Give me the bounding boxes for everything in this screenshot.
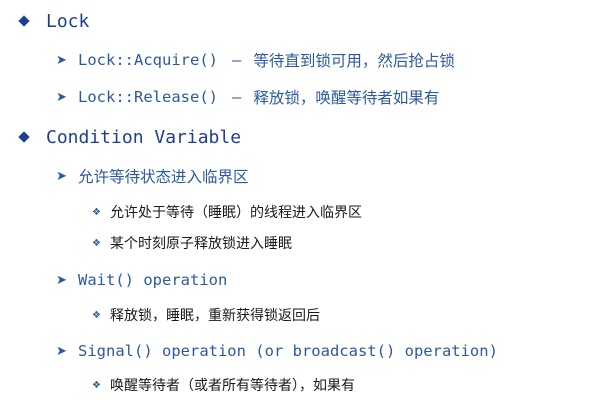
- arrow-bullet-icon: ➤: [56, 52, 67, 68]
- bullet-condition-variable: Condition Variable: [18, 124, 242, 150]
- code-signal-operation: Signal() operation (or broadcast() opera…: [78, 342, 498, 360]
- desc-allow-waiting: 允许等待状态进入临界区: [78, 168, 249, 186]
- desc-wait-operation: 释放锁，睡眠，重新获得锁返回后: [110, 308, 320, 324]
- arrow-bullet-icon: ➤: [56, 168, 67, 184]
- bullet-lock-release: ➤ Lock::Release() – 释放锁，唤醒等待者如果有: [56, 85, 439, 109]
- desc-sleeping-threads: 允许处于等待（睡眠）的线程进入临界区: [110, 205, 362, 221]
- desc-lock-acquire: 等待直到锁可用，然后抢占锁: [253, 52, 455, 70]
- arrow-bullet-icon: ➤: [56, 343, 67, 359]
- desc-lock-release: 释放锁，唤醒等待者如果有: [253, 89, 440, 107]
- desc-signal-operation: 唤醒等待者（或者所有等待者），如果有: [110, 378, 355, 394]
- diamond-bullet-icon: [18, 15, 30, 27]
- star-bullet-icon: ❖: [92, 206, 101, 218]
- bullet-wait-operation: ➤ Wait() operation: [56, 268, 227, 292]
- sub-bullet-atomic-release: ❖ 某个时刻原子释放锁进入睡眠: [92, 232, 292, 254]
- heading-lock: Lock: [46, 10, 90, 32]
- desc-atomic-release: 某个时刻原子释放锁进入睡眠: [110, 236, 292, 252]
- slide: Lock ➤ Lock::Acquire() – 等待直到锁可用，然后抢占锁 ➤…: [0, 0, 601, 400]
- code-wait-operation: Wait() operation: [78, 271, 228, 289]
- sub-bullet-signal-desc: ❖ 唤醒等待者（或者所有等待者），如果有: [92, 374, 355, 396]
- sub-bullet-wait-desc: ❖ 释放锁，睡眠，重新获得锁返回后: [92, 304, 320, 326]
- diamond-bullet-icon: [18, 131, 30, 143]
- arrow-bullet-icon: ➤: [56, 89, 67, 105]
- bullet-signal-operation: ➤ Signal() operation (or broadcast() ope…: [56, 339, 498, 363]
- dash-separator: –: [231, 88, 242, 106]
- code-lock-acquire: Lock::Acquire(): [78, 51, 218, 69]
- star-bullet-icon: ❖: [92, 237, 101, 249]
- star-bullet-icon: ❖: [92, 379, 101, 391]
- dash-separator: –: [231, 51, 242, 69]
- arrow-bullet-icon: ➤: [56, 272, 67, 288]
- sub-bullet-sleeping-threads: ❖ 允许处于等待（睡眠）的线程进入临界区: [92, 201, 362, 223]
- star-bullet-icon: ❖: [92, 309, 101, 321]
- bullet-allow-waiting: ➤ 允许等待状态进入临界区: [56, 164, 249, 188]
- code-lock-release: Lock::Release(): [78, 88, 218, 106]
- bullet-lock-acquire: ➤ Lock::Acquire() – 等待直到锁可用，然后抢占锁: [56, 48, 455, 72]
- bullet-lock: Lock: [18, 8, 90, 34]
- heading-condition-variable: Condition Variable: [46, 126, 242, 148]
